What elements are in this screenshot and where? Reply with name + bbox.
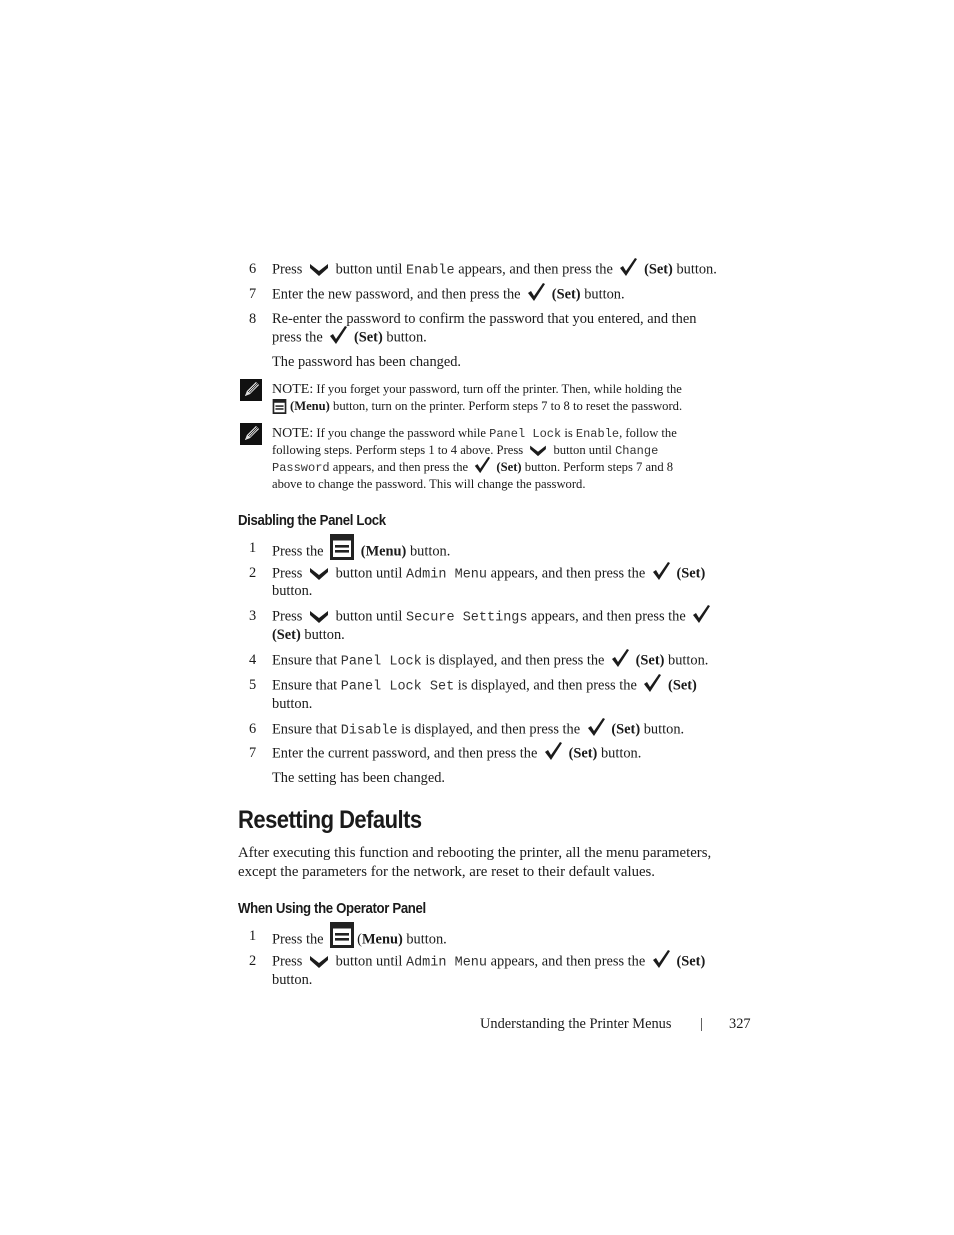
manual-page: 6 Press button until Enable appears, and… [0, 0, 954, 1235]
step-number: 5 [249, 677, 257, 693]
note-1-line2: (Menu) button, turn on the printer. Perf… [272, 398, 682, 415]
section-heading: When Using the Operator Panel [238, 900, 426, 917]
checkmark-set-button-icon [543, 741, 563, 761]
note-2-line3: Password appears, and then press the (Se… [272, 459, 673, 477]
section-heading: Disabling the Panel Lock [238, 512, 386, 529]
disable-step-2-cont: button. [272, 583, 313, 599]
note-pencil-icon [240, 423, 262, 445]
note-pencil-icon [240, 379, 262, 401]
note-2-line2: following steps. Perform steps 1 to 4 ab… [272, 443, 659, 458]
step-number: 7 [249, 286, 257, 302]
checkmark-set-button-icon [586, 717, 606, 737]
disable-step-5-cont: button. [272, 696, 313, 712]
step-number: 1 [249, 928, 257, 944]
reset-step-1: Press the (Menu) button. [272, 927, 447, 953]
step-number: 1 [249, 540, 257, 556]
step-number: 8 [249, 311, 257, 327]
checkmark-set-button-icon [526, 282, 546, 302]
step-number: 2 [249, 953, 257, 969]
disable-step-3-cont: (Set) button. [272, 627, 345, 643]
down-arrow-button-icon [309, 953, 329, 969]
step-number: 3 [249, 608, 257, 624]
intro-line-2: except the parameters for the network, a… [238, 864, 656, 880]
down-arrow-button-icon [309, 565, 329, 581]
disable-step-6: Ensure that Disable is displayed, and th… [272, 720, 684, 740]
display-text: Enable [405, 263, 455, 279]
page-number: 327 [729, 1016, 751, 1032]
footer-section-title: Understanding the Printer Menus [480, 1016, 672, 1032]
checkmark-set-button-icon [473, 456, 491, 474]
intro-line-1: After executing this function and reboot… [238, 845, 712, 861]
checkmark-set-button-icon [651, 561, 671, 581]
menu-button-icon [330, 534, 354, 560]
checkmark-set-button-icon [328, 325, 348, 345]
page-title: Resetting Defaults [238, 806, 422, 834]
disable-step-2: Press button until Admin Menu appears, a… [272, 564, 705, 584]
checkmark-set-button-icon [691, 604, 711, 624]
disable-step-7: Enter the current password, and then pre… [272, 744, 641, 764]
checkmark-set-button-icon [618, 257, 638, 277]
step-number: 6 [249, 721, 257, 737]
disable-step-1: Press the (Menu) button. [272, 539, 450, 565]
note-2-line4: above to change the password. This will … [272, 477, 586, 491]
down-arrow-button-icon [309, 261, 329, 277]
down-arrow-button-icon [529, 443, 547, 457]
note-1-line1: NOTE: If you forget your password, turn … [272, 382, 682, 397]
checkmark-set-button-icon [642, 673, 662, 693]
disable-step-5: Ensure that Panel Lock Set is displayed,… [272, 676, 697, 696]
step-number: 2 [249, 565, 257, 581]
footer-separator: | [700, 1016, 703, 1032]
result-text: The password has been changed. [272, 354, 462, 370]
note-2-line1: NOTE: If you change the password while P… [272, 426, 677, 441]
step-8-line2: press the (Set) button. [272, 328, 427, 348]
step-6-text: Press button until Enable appears, and t… [272, 260, 717, 280]
step-number: 4 [249, 652, 257, 668]
down-arrow-button-icon [309, 608, 329, 624]
step-7-text: Enter the new password, and then press t… [272, 285, 625, 305]
step-number: 7 [249, 745, 257, 761]
reset-step-2: Press button until Admin Menu appears, a… [272, 952, 705, 972]
result-text: The setting has been changed. [272, 770, 446, 786]
step-number: 6 [249, 261, 257, 277]
menu-button-icon [272, 399, 287, 414]
menu-button-icon [330, 922, 354, 948]
checkmark-set-button-icon [610, 648, 630, 668]
reset-step-2-cont: button. [272, 972, 313, 988]
disable-step-3: Press button until Secure Settings appea… [272, 607, 713, 627]
checkmark-set-button-icon [651, 949, 671, 969]
disable-step-4: Ensure that Panel Lock is displayed, and… [272, 651, 708, 671]
